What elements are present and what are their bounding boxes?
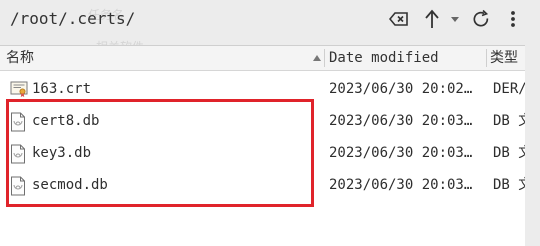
file-type: DER/P xyxy=(493,81,525,97)
column-separator[interactable] xyxy=(486,49,487,67)
kebab-menu-icon xyxy=(511,11,515,27)
file-row[interactable]: 163.crt 2023/06/30 20:02… DER/P xyxy=(0,74,525,104)
generic-file-icon xyxy=(11,112,25,132)
triangle-down-icon xyxy=(451,17,459,22)
vertical-scrollbar[interactable] xyxy=(525,45,540,245)
path-input[interactable]: /root/.certs/ xyxy=(0,0,370,38)
location-toolbar: /root/.certs/ xyxy=(0,0,540,38)
file-name: cert8.db xyxy=(32,113,100,129)
generic-file-icon xyxy=(11,144,25,164)
certificate-file-icon xyxy=(10,81,28,97)
file-name: secmod.db xyxy=(32,177,108,193)
reload-icon xyxy=(473,9,489,27)
file-name: 163.crt xyxy=(32,81,92,97)
sort-ascending-icon xyxy=(313,55,321,61)
reload-button[interactable] xyxy=(469,6,493,32)
clear-path-button[interactable] xyxy=(384,6,414,32)
column-separator[interactable] xyxy=(324,49,325,67)
menu-button[interactable] xyxy=(503,6,523,32)
file-list: 名称 Date modified 类型 163.crt 2023/06/30 2… xyxy=(0,45,525,246)
file-type: DB 文 xyxy=(493,177,525,193)
file-row[interactable]: cert8.db 2023/06/30 20:03… DB 文 xyxy=(0,106,525,136)
arrow-up-icon xyxy=(425,9,439,28)
column-header-date[interactable]: Date modified xyxy=(329,46,479,70)
backspace-clear-icon xyxy=(389,12,408,26)
file-date: 2023/06/30 20:03… xyxy=(329,145,473,161)
file-date: 2023/06/30 20:03… xyxy=(329,177,473,193)
generic-file-icon xyxy=(11,176,25,196)
history-dropdown-button[interactable] xyxy=(448,6,462,32)
file-name: key3.db xyxy=(32,145,92,161)
list-header: 名称 Date modified 类型 xyxy=(0,46,525,71)
file-type: DB 文 xyxy=(493,145,525,161)
file-date: 2023/06/30 20:02… xyxy=(329,81,473,97)
column-header-name[interactable]: 名称 xyxy=(6,46,306,70)
file-date: 2023/06/30 20:03… xyxy=(329,113,473,129)
column-header-type[interactable]: 类型 xyxy=(490,46,525,70)
file-row[interactable]: secmod.db 2023/06/30 20:03… DB 文 xyxy=(0,170,525,200)
go-up-button[interactable] xyxy=(421,6,443,32)
file-row[interactable]: key3.db 2023/06/30 20:03… DB 文 xyxy=(0,138,525,168)
file-type: DB 文 xyxy=(493,113,525,129)
